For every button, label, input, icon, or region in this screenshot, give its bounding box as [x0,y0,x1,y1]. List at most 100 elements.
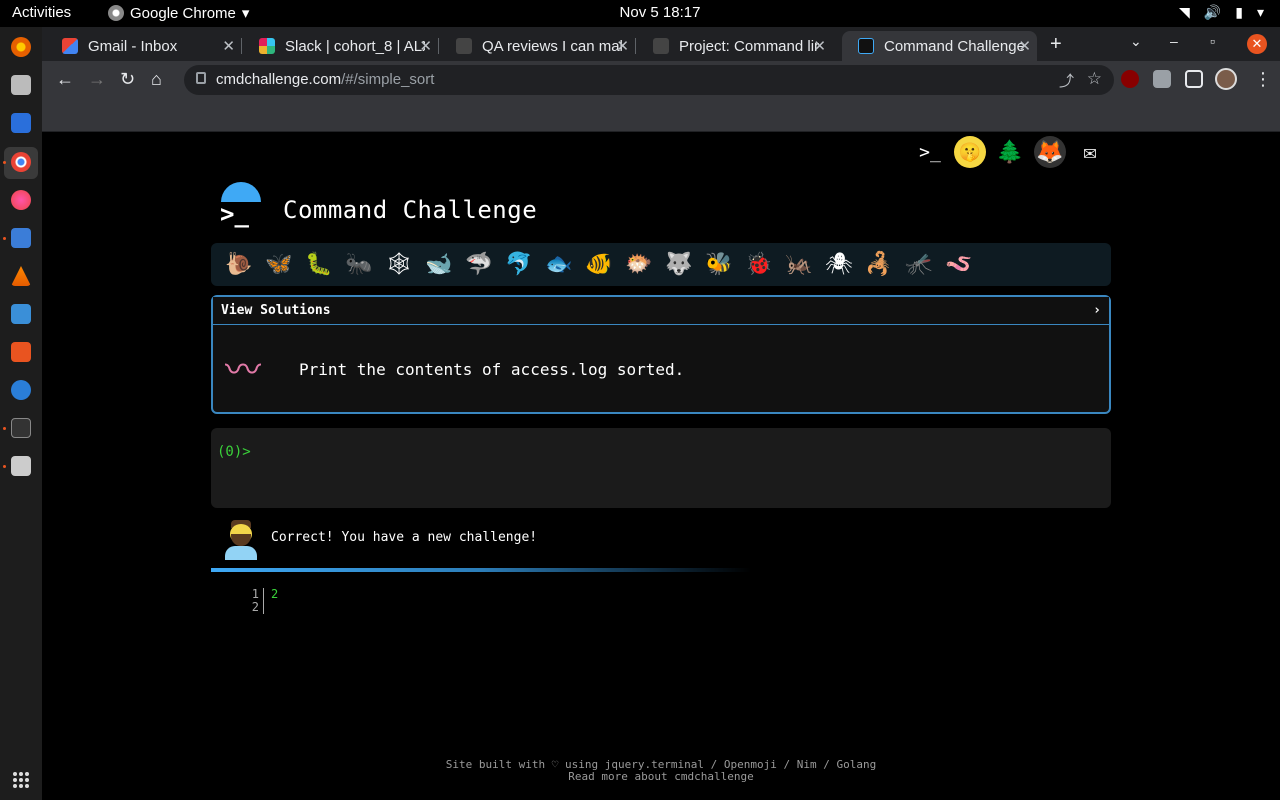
side-panel-icon[interactable] [1185,70,1203,88]
terminal-icon[interactable]: >_ [914,136,946,168]
running-indicator [3,427,6,430]
tab-search-icon[interactable]: ⌄ [1130,33,1142,50]
challenge-icon[interactable]: 🐌 [219,250,259,280]
challenge-icon[interactable]: 🐟 [539,250,579,280]
site-footer: Site built with ♡ using jquery.terminal … [42,759,1280,783]
tab-separator [438,38,439,54]
challenge-icon[interactable]: 🦋 [259,250,299,280]
challenge-icon[interactable]: 🪱 [939,250,979,280]
browser-toolbar: ← → ↻ ⌂ cmdchallenge.com/#/simple_sort ⤴… [42,61,1280,99]
running-indicator [3,161,6,164]
color-picker-icon[interactable] [11,190,31,210]
firefox-icon[interactable] [11,37,31,57]
challenge-icon[interactable]: 🐛 [299,250,339,280]
show-applications-icon[interactable] [13,772,29,788]
share-icon[interactable]: ⤴ [1059,70,1074,91]
extensions-icon[interactable] [1153,70,1171,88]
challenge-icon[interactable]: 🐠 [579,250,619,280]
logo-cap [221,182,261,202]
tab-qa-reviews[interactable]: QA reviews I can make ✕ [440,31,636,61]
chevron-right-icon: › [1093,303,1101,318]
files-icon[interactable] [11,75,31,95]
back-button[interactable]: ← [56,69,74,90]
terminal-prompt: (0)> [217,444,251,460]
bearded-person-icon [225,520,257,560]
challenge-icon[interactable]: 🦟 [899,250,939,280]
ublock-icon[interactable] [1121,70,1139,88]
site-logo[interactable]: >_ [218,182,262,228]
challenge-icon[interactable]: 🐡 [619,250,659,280]
result-divider [211,568,751,572]
bookmark-star-icon[interactable]: ☆ [1087,69,1102,89]
terminal-icon[interactable] [11,418,31,438]
help-icon[interactable] [11,380,31,400]
alx-icon [456,38,472,54]
worm-icon: 〰 [225,350,262,391]
clock[interactable]: Nov 5 18:17 [0,4,1280,21]
reload-button[interactable]: ↻ [120,69,135,90]
software-center-icon[interactable] [11,342,31,362]
mail-icon[interactable]: ✉ [1074,136,1106,168]
tab-title: Project: Command line [679,37,819,55]
challenge-icon[interactable]: 🦈 [459,250,499,280]
challenge-icon[interactable]: 🐬 [499,250,539,280]
footer-read-more-link[interactable]: Read more about cmdchallenge [42,771,1280,783]
tab-command-challenge[interactable]: Command Challenge ✕ [842,31,1037,61]
vscode-icon[interactable] [11,304,31,324]
view-solutions-label: View Solutions [221,303,331,318]
challenge-icon[interactable]: 🦗 [779,250,819,280]
challenge-progress-strip: 🐌 🦋 🐛 🐜 🕸 🐋 🦈 🐬 🐟 🐠 🐡 🐺 🐝 🐞 🦗 🕷 🦂 🦟 🪱 [211,243,1111,286]
close-icon[interactable]: ✕ [419,37,432,55]
challenge-icon[interactable]: 🦂 [859,250,899,280]
tab-project[interactable]: Project: Command line ✕ [637,31,832,61]
chrome-menu-icon[interactable]: ⋮ [1254,69,1272,90]
forward-button[interactable]: → [88,69,106,90]
ubuntu-dock [0,27,42,800]
tree-icon[interactable]: 🌲 [994,136,1026,168]
terminal-icon [858,38,874,54]
challenge-icon[interactable]: 🕸 [379,250,419,280]
home-button[interactable]: ⌂ [151,69,162,90]
challenge-icon[interactable]: 🐺 [659,250,699,280]
gitlab-icon[interactable]: 🦊 [1034,136,1066,168]
challenge-icon[interactable]: 🕷 [819,250,859,280]
address-bar[interactable]: cmdchallenge.com/#/simple_sort ⤴ ☆ [184,65,1114,95]
tab-gmail[interactable]: Gmail - Inbox ✕ [46,31,242,61]
volume-icon: 🔊 [1203,4,1222,20]
emoji-icon[interactable]: 🤫 [954,136,986,168]
maximize-button[interactable]: ▫ [1210,33,1215,49]
writer-icon[interactable] [11,113,31,133]
challenge-panel: View Solutions › 〰 Print the contents of… [211,295,1111,414]
challenge-icon[interactable]: 🐞 [739,250,779,280]
tab-slack[interactable]: Slack | cohort_8 | ALX ✕ [243,31,439,61]
close-icon[interactable]: ✕ [1018,37,1031,55]
challenge-icon[interactable]: 🐝 [699,250,739,280]
challenge-description: Print the contents of access.log sorted. [299,360,685,379]
url-path: /#/simple_sort [341,71,435,88]
url-text[interactable]: cmdchallenge.com/#/simple_sort [216,71,434,88]
close-icon[interactable]: ✕ [813,37,826,55]
close-icon[interactable]: ✕ [222,37,235,55]
page-title: Command Challenge [283,196,538,224]
view-solutions-toggle[interactable]: View Solutions › [213,297,1109,325]
close-window-button[interactable]: ✕ [1247,34,1267,54]
new-tab-button[interactable]: + [1050,33,1062,56]
vlc-icon[interactable] [11,266,31,286]
challenge-icon[interactable]: 🐜 [339,250,379,280]
feedback-row: Correct! You have a new challenge! [211,518,1111,568]
screenshot-icon[interactable] [11,456,31,476]
challenge-icon[interactable]: 🐋 [419,250,459,280]
gmail-icon [62,38,78,54]
minimize-button[interactable]: – [1170,33,1178,49]
bookmarks-bar [42,99,1280,132]
tab-title: Gmail - Inbox [88,37,178,55]
chrome-icon[interactable] [11,152,31,172]
text-editor-icon[interactable] [11,228,31,248]
lock-icon[interactable] [196,72,206,84]
profile-avatar[interactable] [1215,68,1237,90]
tab-title: Command Challenge [884,37,1024,55]
terminal-input[interactable]: (0)> [211,428,1111,508]
close-icon[interactable]: ✕ [616,37,629,55]
system-tray[interactable]: ◥ 🔊 ▮ ▾ [1179,4,1264,21]
running-indicator [3,465,6,468]
